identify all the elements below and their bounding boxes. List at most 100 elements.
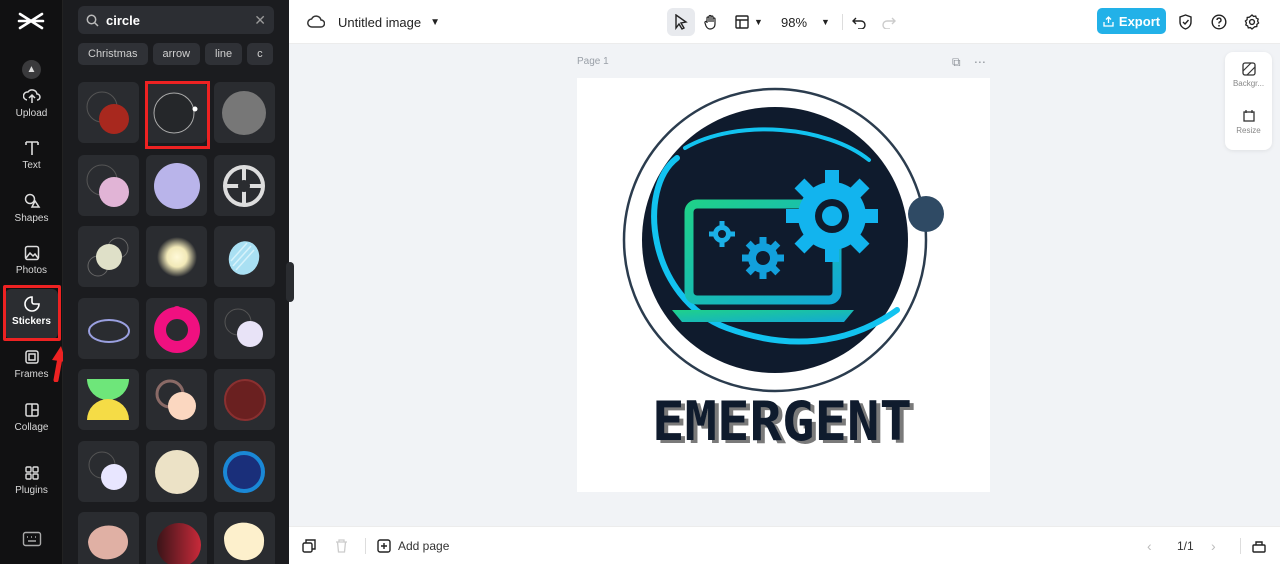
- highlight-box: [145, 81, 210, 149]
- sticker-item[interactable]: [78, 441, 139, 502]
- chip-arrow[interactable]: arrow: [152, 43, 201, 65]
- rail-item-text[interactable]: Text: [0, 139, 63, 171]
- resize-icon: [1242, 110, 1255, 122]
- sticker-item[interactable]: [78, 512, 139, 564]
- sticker-item[interactable]: [214, 369, 275, 430]
- document-title[interactable]: Untitled image ▼: [338, 0, 440, 44]
- hand-tool-icon[interactable]: [703, 0, 719, 44]
- rail-item-frames[interactable]: Frames: [0, 348, 63, 380]
- sticker-item[interactable]: [214, 512, 275, 564]
- sticker-item[interactable]: [146, 226, 207, 287]
- stickers-panel: circle ✕ Christmas arrow line c: [63, 0, 289, 564]
- redo-icon[interactable]: [882, 0, 896, 44]
- rail-item-label: Collage: [14, 422, 49, 433]
- large-gear-icon: [786, 170, 878, 262]
- rail-item-label: Upload: [15, 108, 48, 119]
- panel-resize-handle[interactable]: [286, 262, 294, 302]
- frames-icon: [24, 350, 39, 364]
- page-label: Page 1: [577, 56, 609, 67]
- rail-item-upload[interactable]: Upload: [0, 87, 63, 119]
- search-icon: [86, 14, 99, 27]
- sticker-item[interactable]: [214, 298, 275, 359]
- chevron-down-icon: ▼: [821, 17, 830, 27]
- rail-item-plugins[interactable]: Plugins: [0, 464, 63, 496]
- sticker-item[interactable]: [146, 155, 207, 216]
- clear-search-icon[interactable]: ✕: [254, 12, 266, 29]
- upload-icon: [22, 89, 41, 103]
- capcut-logo-icon[interactable]: [17, 10, 45, 32]
- sticker-item[interactable]: [214, 226, 275, 287]
- chip-more[interactable]: c: [247, 43, 273, 65]
- next-page-icon[interactable]: ›: [1211, 527, 1216, 564]
- chip-christmas[interactable]: Christmas: [78, 43, 148, 65]
- logo-dark-disc: [642, 107, 908, 373]
- export-icon: [1103, 15, 1114, 27]
- bottom-bar: Add page ‹ 1/1 ›: [289, 526, 1280, 564]
- emergent-logo[interactable]: EMERGENT EMERGENT: [577, 78, 990, 492]
- add-page-icon: [377, 538, 391, 553]
- chip-line[interactable]: line: [205, 43, 243, 65]
- zoom-value: 98%: [781, 14, 808, 30]
- duplicate-page-icon[interactable]: ⧉: [952, 55, 961, 69]
- sticker-item[interactable]: [78, 369, 139, 430]
- background-label: Backgr...: [1232, 79, 1265, 88]
- more-options-icon[interactable]: ⋯: [974, 55, 986, 69]
- layout-tool-icon[interactable]: ▼: [735, 0, 763, 44]
- plugins-icon: [24, 466, 39, 480]
- background-icon: [1241, 62, 1256, 76]
- undo-icon[interactable]: [852, 0, 866, 44]
- resize-tool[interactable]: Resize: [1225, 109, 1272, 135]
- document-title-text: Untitled image: [338, 14, 422, 30]
- page-actions: ⧉ ⋯: [952, 55, 986, 70]
- shield-icon[interactable]: [1178, 0, 1193, 44]
- rail-item-collage[interactable]: Collage: [0, 401, 63, 433]
- layers-icon[interactable]: [302, 527, 316, 564]
- export-button[interactable]: Export: [1097, 8, 1166, 34]
- highlight-box: [3, 285, 61, 341]
- search-box[interactable]: circle ✕: [78, 6, 274, 34]
- rail-item-label: Shapes: [14, 213, 49, 224]
- sticker-item[interactable]: [78, 226, 139, 287]
- design-page[interactable]: EMERGENT EMERGENT: [577, 78, 990, 492]
- collapse-up-icon[interactable]: ▲: [22, 60, 41, 79]
- divider: [365, 527, 366, 564]
- rail-item-label: Frames: [14, 369, 49, 380]
- divider: [842, 0, 843, 44]
- add-page-label: Add page: [398, 539, 450, 553]
- search-input[interactable]: circle: [106, 13, 254, 28]
- zoom-control[interactable]: 98% ▼: [781, 0, 830, 44]
- background-tool[interactable]: Backgr...: [1225, 62, 1272, 88]
- page-counter: 1/1: [1177, 539, 1194, 553]
- sticker-item[interactable]: [78, 298, 139, 359]
- sticker-item[interactable]: [214, 155, 275, 216]
- sticker-item[interactable]: [146, 512, 207, 564]
- add-page-button[interactable]: Add page: [377, 527, 449, 564]
- select-tool-icon[interactable]: [674, 0, 688, 44]
- prev-page-icon[interactable]: ‹: [1147, 527, 1152, 564]
- app-window: ▲ Upload Text Shapes Photos Stickers Fra…: [0, 0, 1280, 564]
- logo-wordmark: EMERGENT: [652, 390, 912, 453]
- resize-label: Resize: [1236, 126, 1261, 135]
- gear-icon[interactable]: [1244, 0, 1260, 44]
- sticker-item[interactable]: [214, 82, 275, 143]
- sticker-item[interactable]: [214, 441, 275, 502]
- keyboard-shortcuts-icon[interactable]: [22, 531, 42, 547]
- sticker-item[interactable]: [78, 82, 139, 143]
- expand-panel-icon[interactable]: [1252, 527, 1266, 564]
- rail-item-photos[interactable]: Photos: [0, 244, 63, 276]
- sticker-item[interactable]: [146, 441, 207, 502]
- help-icon[interactable]: [1211, 0, 1227, 44]
- cloud-sync-icon[interactable]: [307, 0, 325, 44]
- text-icon: [24, 141, 39, 155]
- rail-item-shapes[interactable]: Shapes: [0, 192, 63, 224]
- shapes-icon: [24, 193, 40, 208]
- medium-gear-icon: [742, 237, 784, 279]
- sticker-item[interactable]: [146, 369, 207, 430]
- photos-icon: [24, 245, 39, 261]
- delete-icon[interactable]: [335, 527, 348, 564]
- sticker-item[interactable]: [146, 298, 207, 359]
- chevron-down-icon: ▼: [754, 17, 763, 27]
- divider: [1240, 527, 1241, 564]
- sticker-item[interactable]: [78, 155, 139, 216]
- collage-icon: [24, 403, 39, 417]
